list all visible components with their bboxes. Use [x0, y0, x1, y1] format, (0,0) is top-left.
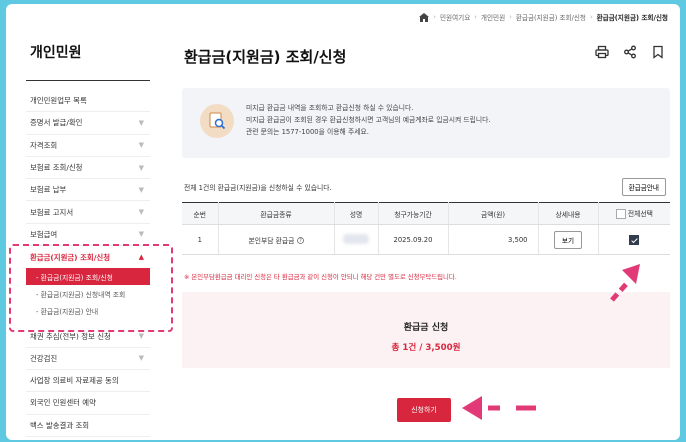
page-title: 환급금(지원금) 조회/신청	[184, 48, 347, 66]
sidebar-item-qualification[interactable]: 자격조회 ▼	[26, 135, 150, 157]
chevron-down-icon: ▼	[138, 332, 144, 341]
cell-select	[598, 224, 670, 255]
breadcrumb-item[interactable]: 환급금(지원금) 조회/신청	[516, 12, 586, 22]
bookmark-icon[interactable]	[650, 44, 666, 60]
sidebar-item-list[interactable]: 개인민원업무 목록	[26, 90, 150, 113]
chevron-down-icon: ▼	[138, 208, 144, 217]
info-box: 미지급 환급금 내역을 조회하고 환급신청 하실 수 있습니다. 미지급 환급금…	[182, 88, 670, 158]
row-checkbox[interactable]	[629, 234, 640, 245]
share-icon[interactable]	[622, 44, 638, 60]
table-row: 1 본인부담 환급금 ? 2025.09.20 3,500 보기	[182, 224, 670, 255]
sidebar-item-premium-payment[interactable]: 보험료 납부 ▼	[26, 179, 150, 202]
cell-name	[334, 224, 379, 255]
sidebar-item-medical-consent[interactable]: 사업장 의료비 자료제공 동의	[26, 370, 150, 393]
chevron-down-icon: ▼	[138, 230, 144, 239]
print-icon[interactable]	[594, 44, 610, 60]
sidebar-title: 개인민원	[30, 45, 82, 61]
summary-amount: 총 1건 / 3,500원	[391, 343, 461, 353]
chevron-down-icon: ▼	[138, 141, 144, 150]
cell-period: 2025.09.20	[378, 224, 449, 255]
summary-box: 환급금 신청 총 1건 / 3,500원	[182, 292, 670, 368]
select-all-checkbox[interactable]	[615, 209, 626, 219]
sidebar-item-benefit[interactable]: 보험급여 ▼	[26, 224, 150, 247]
sidebar-item-foreigner-reservation[interactable]: 외국인 민원센터 예약	[26, 392, 150, 415]
chevron-down-icon: ▼	[138, 185, 144, 194]
breadcrumb-item[interactable]: 개인민원	[481, 12, 505, 22]
table-header-row: 순번 환급금종류 성명 청구가능기간 금액(원) 상세내용 전체선택	[182, 202, 670, 225]
masked-name	[343, 233, 369, 244]
breadcrumb-item[interactable]: 민원여기요	[440, 12, 470, 22]
help-icon[interactable]: ?	[296, 237, 304, 245]
sidebar-item-premium-inquiry[interactable]: 보험료 조회/신청 ▼	[26, 157, 150, 180]
cell-type: 본인부담 환급금 ?	[218, 224, 335, 255]
svg-text:?: ?	[299, 238, 302, 244]
chevron-down-icon: ▼	[138, 118, 144, 127]
sidebar-item-checkup[interactable]: 건강검진 ▼	[26, 348, 150, 370]
col-number: 순번	[182, 202, 219, 225]
cell-detail: 보기	[538, 224, 599, 255]
highlight-annotation	[9, 244, 173, 332]
summary-label: 환급금 신청	[403, 323, 449, 333]
sidebar: 개인민원 개인민원업무 목록 증명서 발급/확인 ▼ 자격조회 ▼ 보험료 조회/신…	[6, 4, 168, 440]
col-amount: 금액(원)	[448, 202, 539, 225]
refund-table: 순번 환급금종류 성명 청구가능기간 금액(원) 상세내용 전체선택 1 본인부…	[182, 202, 670, 255]
breadcrumb-current: 환급금(지원금) 조회/신청	[596, 14, 668, 22]
notice-text: ※ 본인부담환급금 대리인 신청은 타 환급금과 같이 신청이 안되니 해당 건…	[184, 273, 457, 281]
result-count: 전체 1건의 환급금(지원금)을 신청하실 수 있습니다.	[184, 184, 332, 192]
cell-amount: 3,500	[448, 224, 539, 255]
sidebar-item-premium-bill[interactable]: 보험료 고지서 ▼	[26, 201, 150, 224]
page-tools	[594, 44, 666, 60]
cell-number: 1	[182, 224, 219, 255]
col-detail: 상세내용	[538, 202, 599, 225]
breadcrumb: › 민원여기요 › 개인민원 › 환급금(지원금) 조회/신청 › 환급금(지원…	[419, 12, 668, 22]
col-period: 청구가능기간	[378, 202, 449, 225]
search-document-icon	[200, 104, 234, 138]
sidebar-item-fax-result[interactable]: 백스 발송결과 조회	[26, 415, 150, 437]
home-icon[interactable]	[419, 12, 430, 22]
view-detail-button[interactable]: 보기	[553, 230, 583, 249]
apply-button[interactable]: 신청하기	[397, 398, 451, 422]
app-window: 개인민원 개인민원업무 목록 증명서 발급/확인 ▼ 자격조회 ▼ 보험료 조회/신…	[6, 4, 680, 440]
chevron-down-icon: ▼	[138, 354, 144, 363]
refund-guide-button[interactable]: 환급금안내	[621, 178, 666, 196]
col-select-all[interactable]: 전체선택	[598, 202, 670, 225]
chevron-down-icon: ▼	[138, 163, 144, 172]
info-text: 미지급 환급금 내역을 조회하고 환급신청 하실 수 있습니다. 미지급 환급금…	[246, 104, 491, 136]
col-type: 환급금종류	[218, 202, 335, 225]
sidebar-item-certificate[interactable]: 증명서 발급/확인 ▼	[26, 112, 150, 135]
col-name: 성명	[334, 202, 379, 225]
sidebar-divider	[26, 80, 150, 81]
